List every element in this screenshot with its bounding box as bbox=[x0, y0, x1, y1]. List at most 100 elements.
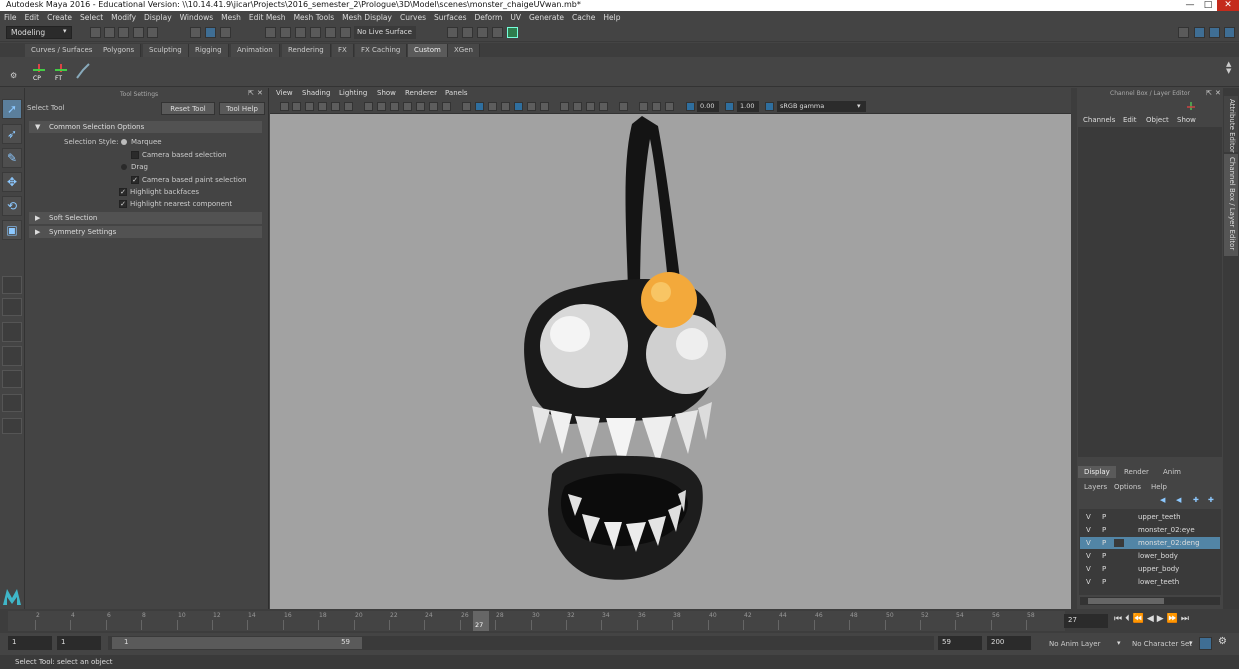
layer-tab-render[interactable]: Render bbox=[1118, 466, 1155, 478]
shelf-tab-xgen[interactable]: XGen bbox=[448, 44, 480, 57]
layer-color-swatch[interactable] bbox=[1114, 526, 1124, 534]
camera-based-paint-selection-checkbox[interactable]: ✓ bbox=[131, 176, 139, 184]
shelf-cp-button[interactable]: CP bbox=[30, 62, 48, 82]
highlight-backfaces-checkbox[interactable]: ✓ bbox=[119, 188, 127, 196]
snap-point-icon[interactable] bbox=[295, 27, 306, 38]
section-common-selection[interactable]: ▼ Common Selection Options bbox=[29, 121, 262, 133]
current-time-indicator[interactable]: 27 bbox=[473, 611, 489, 631]
wireframe-on-shaded-icon[interactable] bbox=[488, 102, 497, 111]
play-backward-icon[interactable]: ◀ bbox=[1147, 614, 1157, 624]
layer-color-swatch[interactable] bbox=[1114, 578, 1124, 586]
highlight-nearest-component-checkbox[interactable]: ✓ bbox=[119, 200, 127, 208]
menu-modify[interactable]: Modify bbox=[111, 13, 136, 22]
image-plane-icon[interactable] bbox=[318, 102, 327, 111]
options-menu[interactable]: Options bbox=[1114, 483, 1141, 491]
shelf-curve-tool-button[interactable] bbox=[75, 62, 91, 80]
drag-radio[interactable] bbox=[121, 164, 127, 170]
menu-edit-mesh[interactable]: Edit Mesh bbox=[249, 13, 286, 22]
shelf-tab-custom[interactable]: Custom bbox=[408, 44, 448, 57]
xray-joints-icon[interactable] bbox=[586, 102, 595, 111]
channel-menu-show[interactable]: Show bbox=[1177, 116, 1196, 124]
shelf-tab-curves-surfaces[interactable]: Curves / Surfaces bbox=[25, 44, 100, 57]
ambient-occlusion-icon[interactable] bbox=[540, 102, 549, 111]
use-lights-icon[interactable] bbox=[514, 102, 523, 111]
menu-create[interactable]: Create bbox=[47, 13, 72, 22]
move-layer-down-icon[interactable]: ◀ bbox=[1176, 496, 1181, 504]
layer-row[interactable]: V Plower_body bbox=[1080, 550, 1220, 562]
grid-icon[interactable] bbox=[364, 102, 373, 111]
attribute-editor-tab[interactable]: Attribute Editor bbox=[1224, 96, 1238, 153]
play-forward-icon[interactable]: ▶ bbox=[1157, 614, 1167, 624]
viewport-menu-shading[interactable]: Shading bbox=[302, 89, 330, 97]
layer-color-swatch[interactable] bbox=[1114, 565, 1124, 573]
layer-color-swatch[interactable] bbox=[1114, 552, 1124, 560]
channel-menu-object[interactable]: Object bbox=[1146, 116, 1169, 124]
menu-mesh-display[interactable]: Mesh Display bbox=[342, 13, 392, 22]
xray-icon[interactable] bbox=[573, 102, 582, 111]
motion-blur-icon[interactable] bbox=[639, 102, 648, 111]
save-scene-icon[interactable] bbox=[118, 27, 129, 38]
layer-row[interactable]: V Pupper_teeth bbox=[1080, 511, 1220, 523]
select-component-icon[interactable] bbox=[220, 27, 231, 38]
hypershade-layout-icon[interactable] bbox=[2, 394, 22, 412]
menu-windows[interactable]: Windows bbox=[180, 13, 213, 22]
screen-space-ao-icon[interactable] bbox=[665, 102, 674, 111]
undo-icon[interactable] bbox=[133, 27, 144, 38]
section-soft-selection[interactable]: ▶ Soft Selection bbox=[29, 212, 262, 224]
safe-title-icon[interactable] bbox=[442, 102, 451, 111]
smooth-shade-icon[interactable] bbox=[475, 102, 484, 111]
redo-icon[interactable] bbox=[147, 27, 158, 38]
float-panel-icon[interactable]: ⇱ bbox=[1206, 89, 1212, 97]
snap-view-icon[interactable] bbox=[310, 27, 321, 38]
new-scene-icon[interactable] bbox=[90, 27, 101, 38]
viewport-menu-lighting[interactable]: Lighting bbox=[339, 89, 367, 97]
menu-mesh-tools[interactable]: Mesh Tools bbox=[294, 13, 335, 22]
channel-menu-edit[interactable]: Edit bbox=[1123, 116, 1137, 124]
more-layouts-icon[interactable] bbox=[2, 418, 22, 434]
playback-controls[interactable]: ⏮⏴⏪◀▶⏩⏭ bbox=[1114, 614, 1192, 624]
toggle-channel-box-icon[interactable] bbox=[1209, 27, 1220, 38]
anim-layer-dropdown[interactable]: No Anim Layer bbox=[1049, 640, 1100, 648]
shelf-tab-sculpting[interactable]: Sculpting bbox=[143, 44, 189, 57]
viewport-menu-panels[interactable]: Panels bbox=[445, 89, 468, 97]
layer-row[interactable]: V Pupper_body bbox=[1080, 563, 1220, 575]
shelf-ft-button[interactable]: FT bbox=[52, 62, 70, 82]
select-hierarchy-icon[interactable] bbox=[190, 27, 201, 38]
menu-curves[interactable]: Curves bbox=[400, 13, 426, 22]
snap-curve-icon[interactable] bbox=[280, 27, 291, 38]
move-layer-up-icon[interactable]: ◀ bbox=[1160, 496, 1165, 504]
viewport-3d[interactable] bbox=[270, 114, 1071, 609]
toggle-tool-settings-icon[interactable] bbox=[1224, 27, 1235, 38]
snap-live-icon[interactable] bbox=[340, 27, 351, 38]
current-frame-field[interactable]: 27 bbox=[1064, 614, 1108, 628]
bookmark-icon[interactable] bbox=[305, 102, 314, 111]
layer-scrollbar[interactable] bbox=[1080, 597, 1220, 605]
layer-tab-anim[interactable]: Anim bbox=[1157, 466, 1187, 478]
close-button[interactable]: ✕ bbox=[1217, 0, 1239, 11]
layer-color-swatch[interactable] bbox=[1114, 539, 1124, 547]
tool-help-button[interactable]: Tool Help bbox=[219, 102, 265, 115]
four-view-layout-icon[interactable] bbox=[2, 298, 22, 316]
help-menu[interactable]: Help bbox=[1151, 483, 1167, 491]
close-panel-icon[interactable]: ✕ bbox=[257, 89, 263, 97]
snap-grid-icon[interactable] bbox=[265, 27, 276, 38]
shadows-icon[interactable] bbox=[527, 102, 536, 111]
gamma-icon[interactable] bbox=[725, 102, 734, 111]
channel-menu-channels[interactable]: Channels bbox=[1083, 116, 1115, 124]
menu-display[interactable]: Display bbox=[144, 13, 172, 22]
step-back-frame-icon[interactable]: ⏪ bbox=[1133, 614, 1147, 624]
menu-generate[interactable]: Generate bbox=[529, 13, 564, 22]
layers-menu[interactable]: Layers bbox=[1084, 483, 1107, 491]
layer-color-swatch[interactable] bbox=[1114, 513, 1124, 521]
textured-icon[interactable] bbox=[501, 102, 510, 111]
channel-box-tab[interactable]: Channel Box / Layer Editor bbox=[1224, 154, 1238, 256]
menu-edit[interactable]: Edit bbox=[25, 13, 40, 22]
range-bar[interactable]: 1 59 bbox=[112, 637, 362, 649]
toggle-sidebar-icon[interactable] bbox=[1194, 27, 1205, 38]
safe-action-icon[interactable] bbox=[429, 102, 438, 111]
channel-list[interactable] bbox=[1078, 127, 1222, 457]
2d-pan-zoom-icon[interactable] bbox=[331, 102, 340, 111]
select-tool-icon[interactable]: ➚ bbox=[2, 99, 22, 119]
snap-surface-icon[interactable] bbox=[325, 27, 336, 38]
menu-uv[interactable]: UV bbox=[510, 13, 521, 22]
